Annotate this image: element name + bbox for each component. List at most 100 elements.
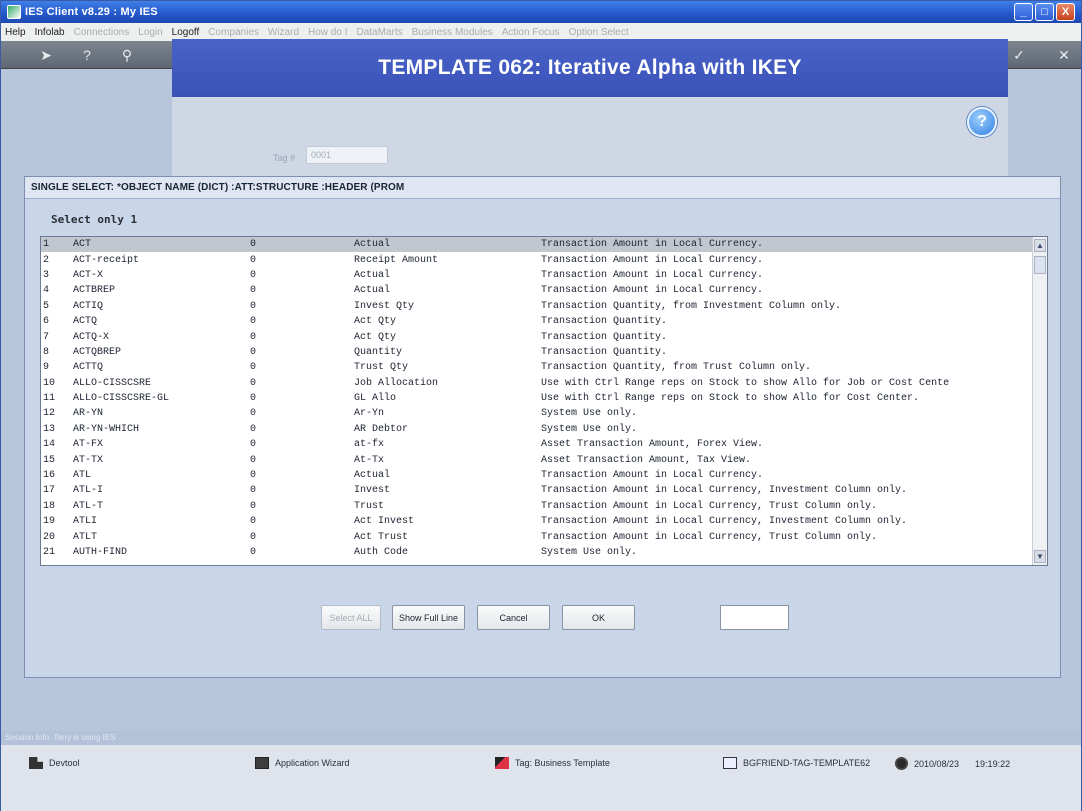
row-flag: 0 [250,316,257,328]
single-select-dialog: SINGLE SELECT: *OBJECT NAME (DICT) :ATT:… [24,176,1061,678]
vertical-scrollbar[interactable]: ▲ ▼ [1032,237,1047,565]
list-item[interactable]: 9 ACTTQ 0 Trust Qty Transaction Quantity, fr… [41,360,1046,375]
row-index: 17 [43,485,56,497]
row-flag: 0 [250,485,257,497]
select-all-button[interactable]: Select ALL [321,605,381,630]
title-bar[interactable]: IES Client v8.29 : My IES _ □ X [1,1,1081,23]
row-long-description: Transaction Amount in Local Currency. [541,285,764,297]
list-item[interactable]: 17 ATL-I 0 Invest Transaction Amount in Loca… [41,483,1046,498]
menu-wizard[interactable]: Wizard [268,27,299,38]
list-item[interactable]: 21 AUTH-FIND 0 Auth Code System Use only. [41,545,1046,560]
selection-list[interactable]: 1 ACT 0 Actual Transaction Amount in Local C… [40,236,1048,566]
row-flag: 0 [250,531,257,543]
menu-how-do-i[interactable]: How do I [308,27,347,38]
list-item[interactable]: 12 AR-YN 0 Ar-Yn System Use only. [41,406,1046,421]
row-long-description: Transaction Quantity. [541,346,668,358]
window-controls: _ □ X [1014,3,1075,21]
status-tag[interactable]: Tag: Business Template [495,757,610,769]
list-item[interactable]: 1 ACT 0 Actual Transaction Amount in Local C… [41,237,1046,253]
row-long-description: Use with Ctrl Range reps on Stock to sho… [541,393,920,405]
list-item[interactable]: 13 AR-YN-WHICH 0 AR Debtor System Use only. [41,422,1046,437]
list-item[interactable]: 11 ALLO-CISSCSRE-GL 0 GL Allo Use with Ctrl … [41,391,1046,406]
maximize-button[interactable]: □ [1035,3,1054,21]
row-name: ALLO-CISSCSRE [73,377,152,389]
row-long-description: Transaction Amount in Local Currency, In… [541,516,908,528]
row-flag: 0 [250,439,257,451]
row-description: Actual [354,269,391,281]
menu-datamarts[interactable]: DataMarts [356,27,402,38]
menu-companies[interactable]: Companies [208,27,259,38]
ok-button[interactable]: OK [562,605,635,630]
close-window-button[interactable]: X [1056,3,1075,21]
row-name: AUTH-FIND [73,547,128,558]
check-icon[interactable]: ✓ [1011,47,1027,63]
row-index: 8 [43,346,50,358]
status-app-wizard-label: Application Wizard [275,758,350,768]
cancel-button[interactable]: Cancel [477,605,550,630]
menu-infolab[interactable]: Infolab [35,27,65,38]
show-full-line-button[interactable]: Show Full Line [392,605,465,630]
status-template[interactable]: BGFRIEND-TAG-TEMPLATE62 [723,757,870,769]
list-item[interactable]: 7 ACTQ-X 0 Act Qty Transaction Quantity. [41,329,1046,344]
list-item[interactable]: 20 ATLT 0 Act Trust Transaction Amount in Lo… [41,529,1046,544]
arrow-icon[interactable]: ➤ [31,47,61,63]
list-item[interactable]: 5 ACTIQ 0 Invest Qty Transaction Quantity, f… [41,299,1046,314]
row-long-description: System Use only. [541,423,638,435]
row-name: ACTQ [73,316,98,328]
app-window: IES Client v8.29 : My IES _ □ X Help Inf… [0,0,1082,811]
row-description: AR Debtor [354,423,409,435]
help-circle-icon[interactable]: ? [967,107,997,137]
row-flag: 0 [250,470,257,482]
menu-action-focus[interactable]: Action Focus [502,27,560,38]
status-devtool[interactable]: Devtool [29,757,80,769]
menu-connections[interactable]: Connections [74,27,130,38]
row-index: 16 [43,470,56,482]
list-item[interactable]: 16 ATL 0 Actual Transaction Amount in Local … [41,468,1046,483]
list-item[interactable]: 8 ACTQBREP 0 Quantity Transaction Quantity. [41,345,1046,360]
row-name: ACTIQ [73,300,104,312]
row-index: 11 [43,393,56,405]
row-long-description: Transaction Amount in Local Currency, Tr… [541,500,878,512]
row-flag: 0 [250,377,257,389]
app-logo-icon [7,5,21,19]
row-name: ACTTQ [73,362,104,374]
row-long-description: Transaction Amount in Local Currency. [541,470,764,482]
list-item[interactable]: 15 AT-TX 0 At-Tx Asset Transaction Amount, T… [41,452,1046,467]
list-item[interactable]: 3 ACT-X 0 Actual Transaction Amount in Local… [41,268,1046,283]
selection-input[interactable] [720,605,789,630]
menu-business-modules[interactable]: Business Modules [412,27,493,38]
status-tag-label: Tag: Business Template [515,758,610,768]
devtool-icon [29,757,43,769]
row-description: Act Qty [354,316,397,328]
status-app-wizard[interactable]: Application Wizard [255,757,350,769]
scroll-down-icon[interactable]: ▼ [1034,550,1046,563]
row-flag: 0 [250,500,257,512]
row-description: Receipt Amount [354,254,439,266]
menu-option-select[interactable]: Option Select [569,27,629,38]
close-icon[interactable]: ✕ [1056,47,1072,63]
row-name: AR-YN [73,408,104,420]
list-item[interactable]: 14 AT-FX 0 at-fx Asset Transaction Amount, F… [41,437,1046,452]
tag-field[interactable]: 0001 [306,146,388,164]
list-item[interactable]: 10 ALLO-CISSCSRE 0 Job Allocation Use with C… [41,376,1046,391]
list-item[interactable]: 18 ATL-T 0 Trust Transaction Amount in Local… [41,499,1046,514]
help-icon[interactable]: ? [79,47,95,63]
status-date: 2010/08/23 [914,758,960,769]
list-item[interactable]: 6 ACTQ 0 Act Qty Transaction Quantity. [41,314,1046,329]
row-long-description: Transaction Quantity, from Trust Column … [541,362,812,374]
row-description: Auth Code [354,547,409,558]
list-item[interactable]: 4 ACTBREP 0 Actual Transaction Amount in Loc… [41,283,1046,298]
row-index: 6 [43,316,50,328]
menu-logoff[interactable]: Logoff [172,27,200,38]
minimize-button[interactable]: _ [1014,3,1033,21]
menu-help[interactable]: Help [5,27,26,38]
list-item[interactable]: 2 ACT-receipt 0 Receipt Amount Transaction A… [41,252,1046,267]
scroll-thumb[interactable] [1034,256,1046,274]
row-index: 1 [41,237,71,253]
list-item[interactable]: 19 ATLI 0 Act Invest Transaction Amount in L… [41,514,1046,529]
menu-login[interactable]: Login [138,27,162,38]
search-icon[interactable]: ⚲ [119,47,135,63]
scroll-up-icon[interactable]: ▲ [1034,239,1046,252]
row-long-description: Transaction Amount in Local Currency. [539,237,1046,253]
session-info: Session Info: Terry is using IES [1,731,1081,745]
